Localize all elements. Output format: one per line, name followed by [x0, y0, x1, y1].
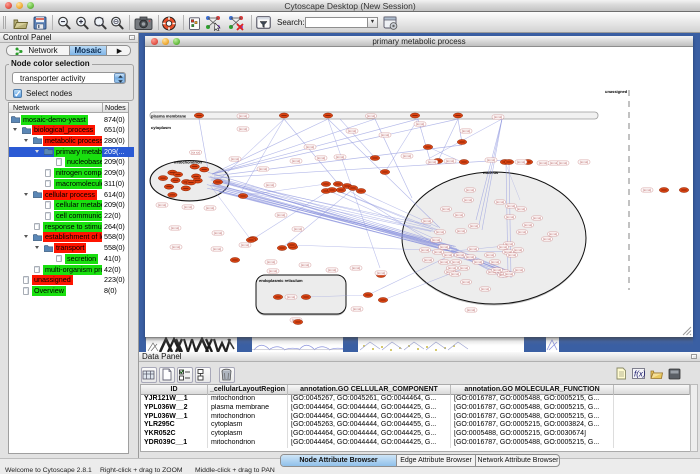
svg-text:[xx xx]: [xx xx]	[543, 237, 552, 241]
svg-text:[xx xx]: [xx xx]	[481, 287, 490, 291]
svg-text:[xx xx]: [xx xx]	[496, 200, 505, 204]
svg-text:[xx xx]: [xx xx]	[423, 219, 432, 223]
svg-text:[xx xx]: [xx xx]	[214, 231, 223, 235]
svg-text:[xx xx]: [xx xx]	[515, 268, 524, 272]
svg-text:[xx xx]: [xx xx]	[457, 229, 466, 233]
svg-text:[xx xx]: [xx xx]	[448, 266, 457, 270]
svg-text:[xx xx]: [xx xx]	[428, 160, 437, 164]
svg-text:[xx xx]: [xx xx]	[317, 156, 326, 160]
svg-text:[xx xx]: [xx xx]	[213, 247, 222, 251]
svg-text:[xx xx]: [xx xx]	[539, 161, 548, 165]
svg-text:[xx xx]: [xx xx]	[494, 115, 503, 119]
svg-text:[xx xx]: [xx xx]	[462, 280, 471, 284]
svg-text:[xx xx]: [xx xx]	[524, 223, 533, 227]
svg-text:[xx xx]: [xx xx]	[367, 114, 376, 118]
svg-text:[xx xx]: [xx xx]	[266, 183, 275, 187]
svg-text:[xx xx]: [xx xx]	[231, 157, 240, 161]
svg-text:[xx xx]: [xx xx]	[259, 167, 268, 171]
svg-text:[xx xx]: [xx xx]	[336, 155, 345, 159]
svg-text:[xx xx]: [xx xx]	[466, 188, 475, 192]
svg-text:[xx xx]: [xx xx]	[499, 245, 508, 249]
svg-text:[xx xx]: [xx xx]	[432, 238, 441, 242]
svg-text:[xx xx]: [xx xx]	[241, 243, 250, 247]
svg-text:[xx xx]: [xx xx]	[269, 269, 278, 273]
svg-text:cytoplasm: cytoplasm	[151, 125, 171, 130]
svg-text:[xx xx]: [xx xx]	[460, 266, 469, 270]
svg-text:[xx xx]: [xx xx]	[267, 260, 276, 264]
svg-text:[xx xx]: [xx xx]	[434, 250, 443, 254]
svg-text:[xx xx]: [xx xx]	[452, 260, 461, 264]
svg-text:endoplasmic reticulum: endoplasmic reticulum	[259, 278, 303, 283]
svg-text:[xx xx]: [xx xx]	[440, 245, 449, 249]
svg-text:[xx xx]: [xx xx]	[517, 160, 526, 164]
svg-text:[xx xx]: [xx xx]	[328, 268, 337, 272]
svg-text:[xx xx]: [xx xx]	[559, 161, 568, 165]
svg-text:[xx xx]: [xx xx]	[292, 159, 301, 163]
svg-text:[xx xx]: [xx xx]	[171, 226, 180, 230]
svg-text:[xx xx]: [xx xx]	[517, 207, 526, 211]
svg-text:[xx xx]: [xx xx]	[549, 232, 558, 236]
svg-text:[xx xx]: [xx xx]	[442, 207, 451, 211]
svg-text:[xx xx]: [xx xx]	[172, 245, 181, 249]
svg-text:[xx xx]: [xx xx]	[306, 145, 315, 149]
svg-text:[xx xx]: [xx xx]	[294, 227, 303, 231]
svg-text:[xx xx]: [xx xx]	[239, 127, 248, 131]
svg-text:[xx xx]: [xx xx]	[451, 272, 460, 276]
svg-text:[xx xx]: [xx xx]	[462, 129, 471, 133]
svg-text:[xx xx]: [xx xx]	[506, 215, 515, 219]
svg-text:[xx xx]: [xx xx]	[518, 230, 527, 234]
svg-text:mitochondrion: mitochondrion	[174, 160, 203, 165]
svg-text:[xx xx]: [xx xx]	[469, 247, 478, 251]
svg-text:[xx xx]: [xx xx]	[353, 307, 362, 311]
svg-text:[xx xx]: [xx xx]	[352, 266, 361, 270]
svg-text:[xx xx]: [xx xx]	[421, 248, 430, 252]
svg-text:[xx xx]: [xx xx]	[643, 188, 652, 192]
svg-text:f(x): f(x)	[634, 370, 646, 379]
svg-text:[xx xx]: [xx xx]	[277, 213, 286, 217]
svg-text:[xx xx]: [xx xx]	[377, 271, 386, 275]
svg-text:[xx xx]: [xx xx]	[493, 268, 502, 272]
svg-text:[xx xx]: [xx xx]	[474, 260, 483, 264]
svg-text:[xx xx]: [xx xx]	[508, 253, 517, 257]
svg-text:[xx xx]: [xx xx]	[424, 258, 433, 262]
svg-text:[xx xx]: [xx xx]	[403, 154, 412, 158]
svg-text:[xx xx]: [xx xx]	[184, 205, 193, 209]
svg-text:[xx xx]: [xx xx]	[444, 253, 453, 257]
svg-text:[xx xx]: [xx xx]	[206, 206, 215, 210]
svg-text:unassigned: unassigned	[605, 89, 628, 94]
svg-text:[xx xx]: [xx xx]	[287, 295, 296, 299]
svg-text:[xx xx]: [xx xx]	[464, 198, 473, 202]
svg-text:[xx xx]: [xx xx]	[158, 203, 167, 207]
svg-text:[xx xx]: [xx xx]	[191, 151, 200, 155]
svg-text:[xx xx]: [xx xx]	[505, 272, 514, 276]
svg-text:[xx xx]: [xx xx]	[533, 216, 542, 220]
svg-text:[xx xx]: [xx xx]	[436, 230, 445, 234]
svg-text:[xx xx]: [xx xx]	[455, 213, 464, 217]
svg-text:[xx xx]: [xx xx]	[466, 255, 475, 259]
svg-text:plasma membrane: plasma membrane	[151, 114, 187, 119]
svg-text:[xx xx]: [xx xx]	[467, 308, 476, 312]
svg-text:[xx xx]: [xx xx]	[507, 204, 516, 208]
svg-text:[xx xx]: [xx xx]	[470, 224, 479, 228]
svg-text:[xx xx]: [xx xx]	[514, 248, 523, 252]
svg-text:[xx xx]: [xx xx]	[487, 158, 496, 162]
svg-text:[xx xx]: [xx xx]	[580, 160, 589, 164]
svg-text:[xx xx]: [xx xx]	[381, 133, 390, 137]
svg-text:[xx xx]: [xx xx]	[491, 260, 500, 264]
svg-text:[xx xx]: [xx xx]	[348, 129, 357, 133]
svg-text:[xx xx]: [xx xx]	[440, 260, 449, 264]
svg-text:[xx xx]: [xx xx]	[416, 122, 425, 126]
svg-text:[xx xx]: [xx xx]	[456, 253, 465, 257]
svg-text:[xx xx]: [xx xx]	[239, 114, 248, 118]
svg-text:[xx xx]: [xx xx]	[446, 159, 455, 163]
svg-text:[xx xx]: [xx xx]	[301, 263, 310, 267]
svg-text:[xx xx]: [xx xx]	[486, 253, 495, 257]
